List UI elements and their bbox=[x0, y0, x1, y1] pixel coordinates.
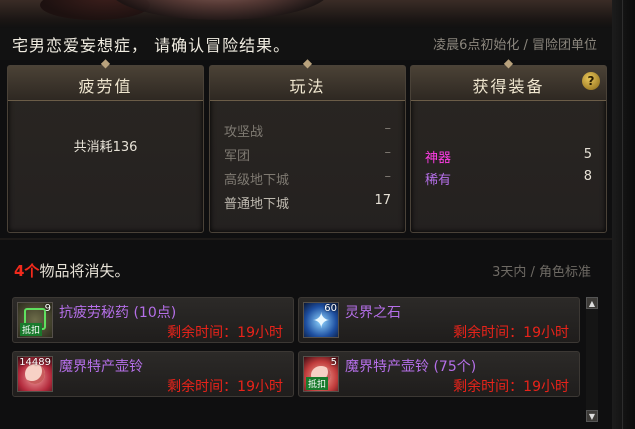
equipment-panel-header: ◆ 获得装备 ? bbox=[411, 57, 606, 101]
equip-row-rare: 稀有 8 bbox=[425, 169, 592, 191]
equip-count: 8 bbox=[583, 169, 592, 184]
mode-row-normal-dungeon: 普通地下城 17 bbox=[224, 193, 391, 217]
mode-name: 军团 bbox=[224, 149, 251, 164]
mode-list: 攻坚战 – 军团 – 高级地下城 – 普通地下城 17 bbox=[224, 121, 391, 217]
item-list-scrollbar[interactable]: ▲ ▼ bbox=[586, 297, 598, 422]
equip-rarity: 神器 bbox=[425, 151, 452, 166]
item-name: 灵界之石 bbox=[345, 305, 401, 321]
ornament-icon: ◆ bbox=[100, 56, 111, 70]
item-quantity: 5 bbox=[330, 357, 337, 368]
reset-info: 凌晨6点初始化 / 冒险团单位 bbox=[433, 38, 597, 53]
equip-row-artifact: 神器 5 bbox=[425, 147, 592, 169]
item-quantity: 60 bbox=[324, 303, 337, 314]
ornament-icon: ◆ bbox=[503, 56, 514, 70]
help-icon[interactable]: ? bbox=[582, 72, 600, 90]
item-time-left: 剩余时间：19小时 bbox=[453, 379, 569, 395]
expiring-item[interactable]: 14489 魔界特产壶铃 剩余时间：19小时 bbox=[12, 351, 294, 397]
equipment-panel: ◆ 获得装备 ? 神器 5 稀有 8 bbox=[410, 57, 607, 233]
scroll-down-button[interactable]: ▼ bbox=[586, 410, 598, 422]
expiring-item[interactable]: ✦ 60 灵界之石 剩余时间：19小时 bbox=[298, 297, 580, 343]
mode-panel-header: ◆ 玩法 bbox=[210, 57, 405, 101]
fatigue-summary: 共消耗136 bbox=[73, 140, 138, 155]
item-quantity: 9 bbox=[44, 303, 51, 314]
fatigue-potion-icon: 9 抵扣 bbox=[17, 302, 53, 338]
vanish-count: 4个 bbox=[14, 262, 40, 280]
mode-value: – bbox=[384, 145, 392, 160]
pot-bell-icon: 5 抵扣 bbox=[303, 356, 339, 392]
right-edge-frame bbox=[612, 0, 635, 429]
item-name: 抗疲劳秘药 (10点) bbox=[59, 305, 177, 321]
mode-name: 普通地下城 bbox=[224, 197, 290, 212]
ornament-icon: ◆ bbox=[302, 56, 313, 70]
page-title: 宅男恋爱妄想症， 请确认冒险结果。 bbox=[12, 36, 291, 55]
soul-stone-icon: ✦ 60 bbox=[303, 302, 339, 338]
scroll-up-button[interactable]: ▲ bbox=[586, 297, 598, 309]
fatigue-panel: ◆ 疲劳值 共消耗136 bbox=[7, 57, 204, 233]
item-name: 魔界特产壶铃 (75个) bbox=[345, 359, 477, 375]
mode-panel-title: 玩法 bbox=[289, 77, 326, 96]
item-quantity: 14489 bbox=[19, 357, 51, 368]
mode-name: 攻坚战 bbox=[224, 125, 264, 140]
expiring-item[interactable]: 5 抵扣 魔界特产壶铃 (75个) 剩余时间：19小时 bbox=[298, 351, 580, 397]
mode-value: 17 bbox=[374, 193, 391, 208]
mode-row-legion: 军团 – bbox=[224, 145, 391, 169]
item-time-left: 剩余时间：19小时 bbox=[453, 325, 569, 341]
mode-panel: ◆ 玩法 攻坚战 – 军团 – 高级地下城 – 普通地下城 17 bbox=[209, 57, 406, 233]
item-name: 魔界特产壶铃 bbox=[59, 359, 143, 375]
item-tag: 抵扣 bbox=[20, 323, 43, 336]
vanish-warning: 4个物品将消失。 bbox=[14, 260, 129, 281]
equip-rarity: 稀有 bbox=[425, 173, 452, 188]
item-time-left: 剩余时间：19小时 bbox=[167, 379, 283, 395]
pot-bell-icon: 14489 bbox=[17, 356, 53, 392]
item-time-left: 剩余时间：19小时 bbox=[167, 325, 283, 341]
mode-value: – bbox=[384, 169, 392, 184]
mode-name: 高级地下城 bbox=[224, 173, 290, 188]
mode-row-advanced-dungeon: 高级地下城 – bbox=[224, 169, 391, 193]
expiring-item[interactable]: 9 抵扣 抗疲劳秘药 (10点) 剩余时间：19小时 bbox=[12, 297, 294, 343]
fatigue-panel-title: 疲劳值 bbox=[78, 77, 133, 96]
character-portrait-art bbox=[110, 0, 330, 20]
mode-value: – bbox=[384, 121, 392, 136]
equip-count: 5 bbox=[583, 147, 592, 162]
divider bbox=[0, 238, 635, 240]
vanish-note: 3天内 / 角色标准 bbox=[492, 265, 591, 280]
mode-row-raid: 攻坚战 – bbox=[224, 121, 391, 145]
top-banner-art bbox=[0, 0, 635, 28]
result-header: 宅男恋爱妄想症， 请确认冒险结果。 凌晨6点初始化 / 冒险团单位 bbox=[0, 28, 635, 60]
fatigue-panel-header: ◆ 疲劳值 bbox=[8, 57, 203, 101]
equipment-list: 神器 5 稀有 8 bbox=[425, 147, 592, 191]
equipment-panel-title: 获得装备 bbox=[472, 77, 545, 96]
item-tag: 抵扣 bbox=[306, 377, 329, 390]
vanish-text: 物品将消失。 bbox=[39, 262, 130, 280]
